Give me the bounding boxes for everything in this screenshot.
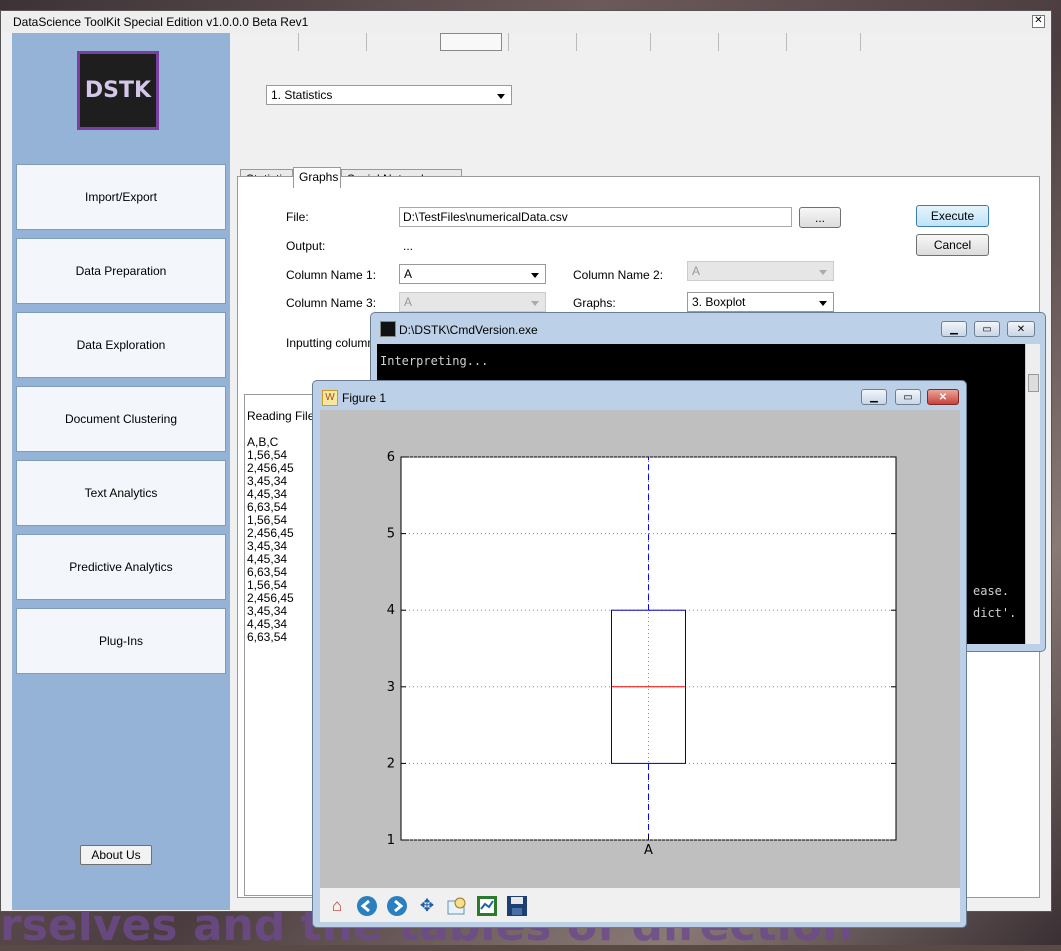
subplots-icon[interactable] <box>474 893 500 919</box>
main-titlebar: DataScience ToolKit Special Edition v1.0… <box>1 11 1051 33</box>
column-name-2-select[interactable]: A <box>687 261 834 281</box>
figure-window-title: Figure 1 <box>342 391 387 405</box>
x-tick-label: A <box>644 843 653 858</box>
save-icon[interactable] <box>504 893 530 919</box>
y-tick-label: 2 <box>387 756 395 771</box>
toolbar-slot[interactable] <box>508 33 509 51</box>
about-us-button[interactable]: About Us <box>80 845 152 865</box>
sidebar: DSTK Import/Export Data Preparation Data… <box>12 33 230 910</box>
toolbar-slot[interactable] <box>786 33 787 51</box>
nav-import-export-button[interactable]: Import/Export <box>16 164 226 230</box>
chevron-down-icon <box>497 94 505 99</box>
column-name-3-select[interactable]: A <box>399 292 546 312</box>
tab-graphs[interactable]: Graphs <box>293 167 341 188</box>
toolbar-slot[interactable] <box>576 33 577 51</box>
chevron-down-icon <box>531 273 539 278</box>
console-line: Interpreting... <box>380 354 489 368</box>
nav-text-analytics-button[interactable]: Text Analytics <box>16 460 226 526</box>
column-name-2-value: A <box>692 264 701 278</box>
y-tick-label: 6 <box>387 450 395 465</box>
console-line: dict'. <box>973 606 1017 620</box>
output-value: ... <box>403 239 414 253</box>
minimize-button[interactable]: ▁ <box>861 389 887 405</box>
toolbar-slot-selected[interactable] <box>440 33 502 51</box>
chevron-down-icon <box>819 270 827 275</box>
nav-plug-ins-button[interactable]: Plug-Ins <box>16 608 226 674</box>
figure-window: W Figure 1 ▁ ▭ ✕ 1 2 3 4 5 6 A ⌂ ✥ <box>312 380 967 928</box>
y-tick-label: 1 <box>387 833 395 848</box>
execute-button[interactable]: Execute <box>916 205 989 227</box>
y-tick-label: 5 <box>387 527 395 542</box>
console-icon <box>380 321 396 337</box>
nav-predictive-analytics-button[interactable]: Predictive Analytics <box>16 534 226 600</box>
top-toolbar-slots <box>230 33 1050 53</box>
figure-canvas[interactable]: 1 2 3 4 5 6 A <box>320 410 960 888</box>
close-button[interactable]: ✕ <box>927 389 959 405</box>
browse-button[interactable]: ... <box>799 207 841 228</box>
console-scrollbar[interactable] <box>1025 344 1040 644</box>
nav-data-exploration-button[interactable]: Data Exploration <box>16 312 226 378</box>
toolbar-slot[interactable] <box>860 33 861 51</box>
home-icon[interactable]: ⌂ <box>324 893 350 919</box>
y-tick-label: 3 <box>387 680 395 695</box>
zoom-icon[interactable] <box>444 893 470 919</box>
figure-app-icon: W <box>322 390 338 406</box>
window-close-button[interactable]: ✕ <box>1032 15 1045 28</box>
window-title: DataScience ToolKit Special Edition v1.0… <box>13 15 309 29</box>
file-label: File: <box>286 210 309 224</box>
minimize-button[interactable]: ▁ <box>941 321 967 337</box>
y-tick-label: 4 <box>387 603 395 618</box>
column-name-2-label: Column Name 2: <box>573 268 664 282</box>
nav-document-clustering-button[interactable]: Document Clustering <box>16 386 226 452</box>
graphs-select[interactable]: 3. Boxplot <box>687 292 834 312</box>
toolbar-slot[interactable] <box>718 33 719 51</box>
graphs-label: Graphs: <box>573 296 616 310</box>
cmd-window-title: D:\DSTK\CmdVersion.exe <box>399 323 538 337</box>
column-name-1-value: A <box>404 267 413 281</box>
dstk-logo: DSTK <box>77 51 159 130</box>
column-name-1-select[interactable]: A <box>399 264 546 284</box>
file-path-input[interactable]: D:\TestFiles\numericalData.csv <box>399 207 792 227</box>
maximize-button[interactable]: ▭ <box>895 389 921 405</box>
back-icon[interactable] <box>354 893 380 919</box>
toolbar-slot[interactable] <box>650 33 651 51</box>
scrollbar-thumb[interactable] <box>1028 374 1039 392</box>
figure-toolbar: ⌂ ✥ <box>320 888 960 922</box>
boxplot-chart: 1 2 3 4 5 6 A <box>387 450 897 858</box>
cancel-button[interactable]: Cancel <box>916 234 989 256</box>
toolbar-slot[interactable] <box>366 33 367 51</box>
toolbar-slot[interactable] <box>298 33 299 51</box>
maximize-button[interactable]: ▭ <box>974 321 1000 337</box>
mode-select[interactable]: 1. Statistics <box>266 85 512 105</box>
column-name-3-value: A <box>404 295 413 309</box>
forward-icon[interactable] <box>384 893 410 919</box>
graphs-select-value: 3. Boxplot <box>692 295 746 309</box>
column-name-1-label: Column Name 1: <box>286 268 377 282</box>
output-label: Output: <box>286 239 326 253</box>
console-line: ease. <box>973 584 1010 598</box>
column-name-3-label: Column Name 3: <box>286 296 377 310</box>
nav-data-preparation-button[interactable]: Data Preparation <box>16 238 226 304</box>
mode-select-value: 1. Statistics <box>271 88 333 102</box>
pan-icon[interactable]: ✥ <box>414 893 440 919</box>
chevron-down-icon <box>531 301 539 306</box>
close-button[interactable]: ✕ <box>1007 321 1035 337</box>
chevron-down-icon <box>819 301 827 306</box>
